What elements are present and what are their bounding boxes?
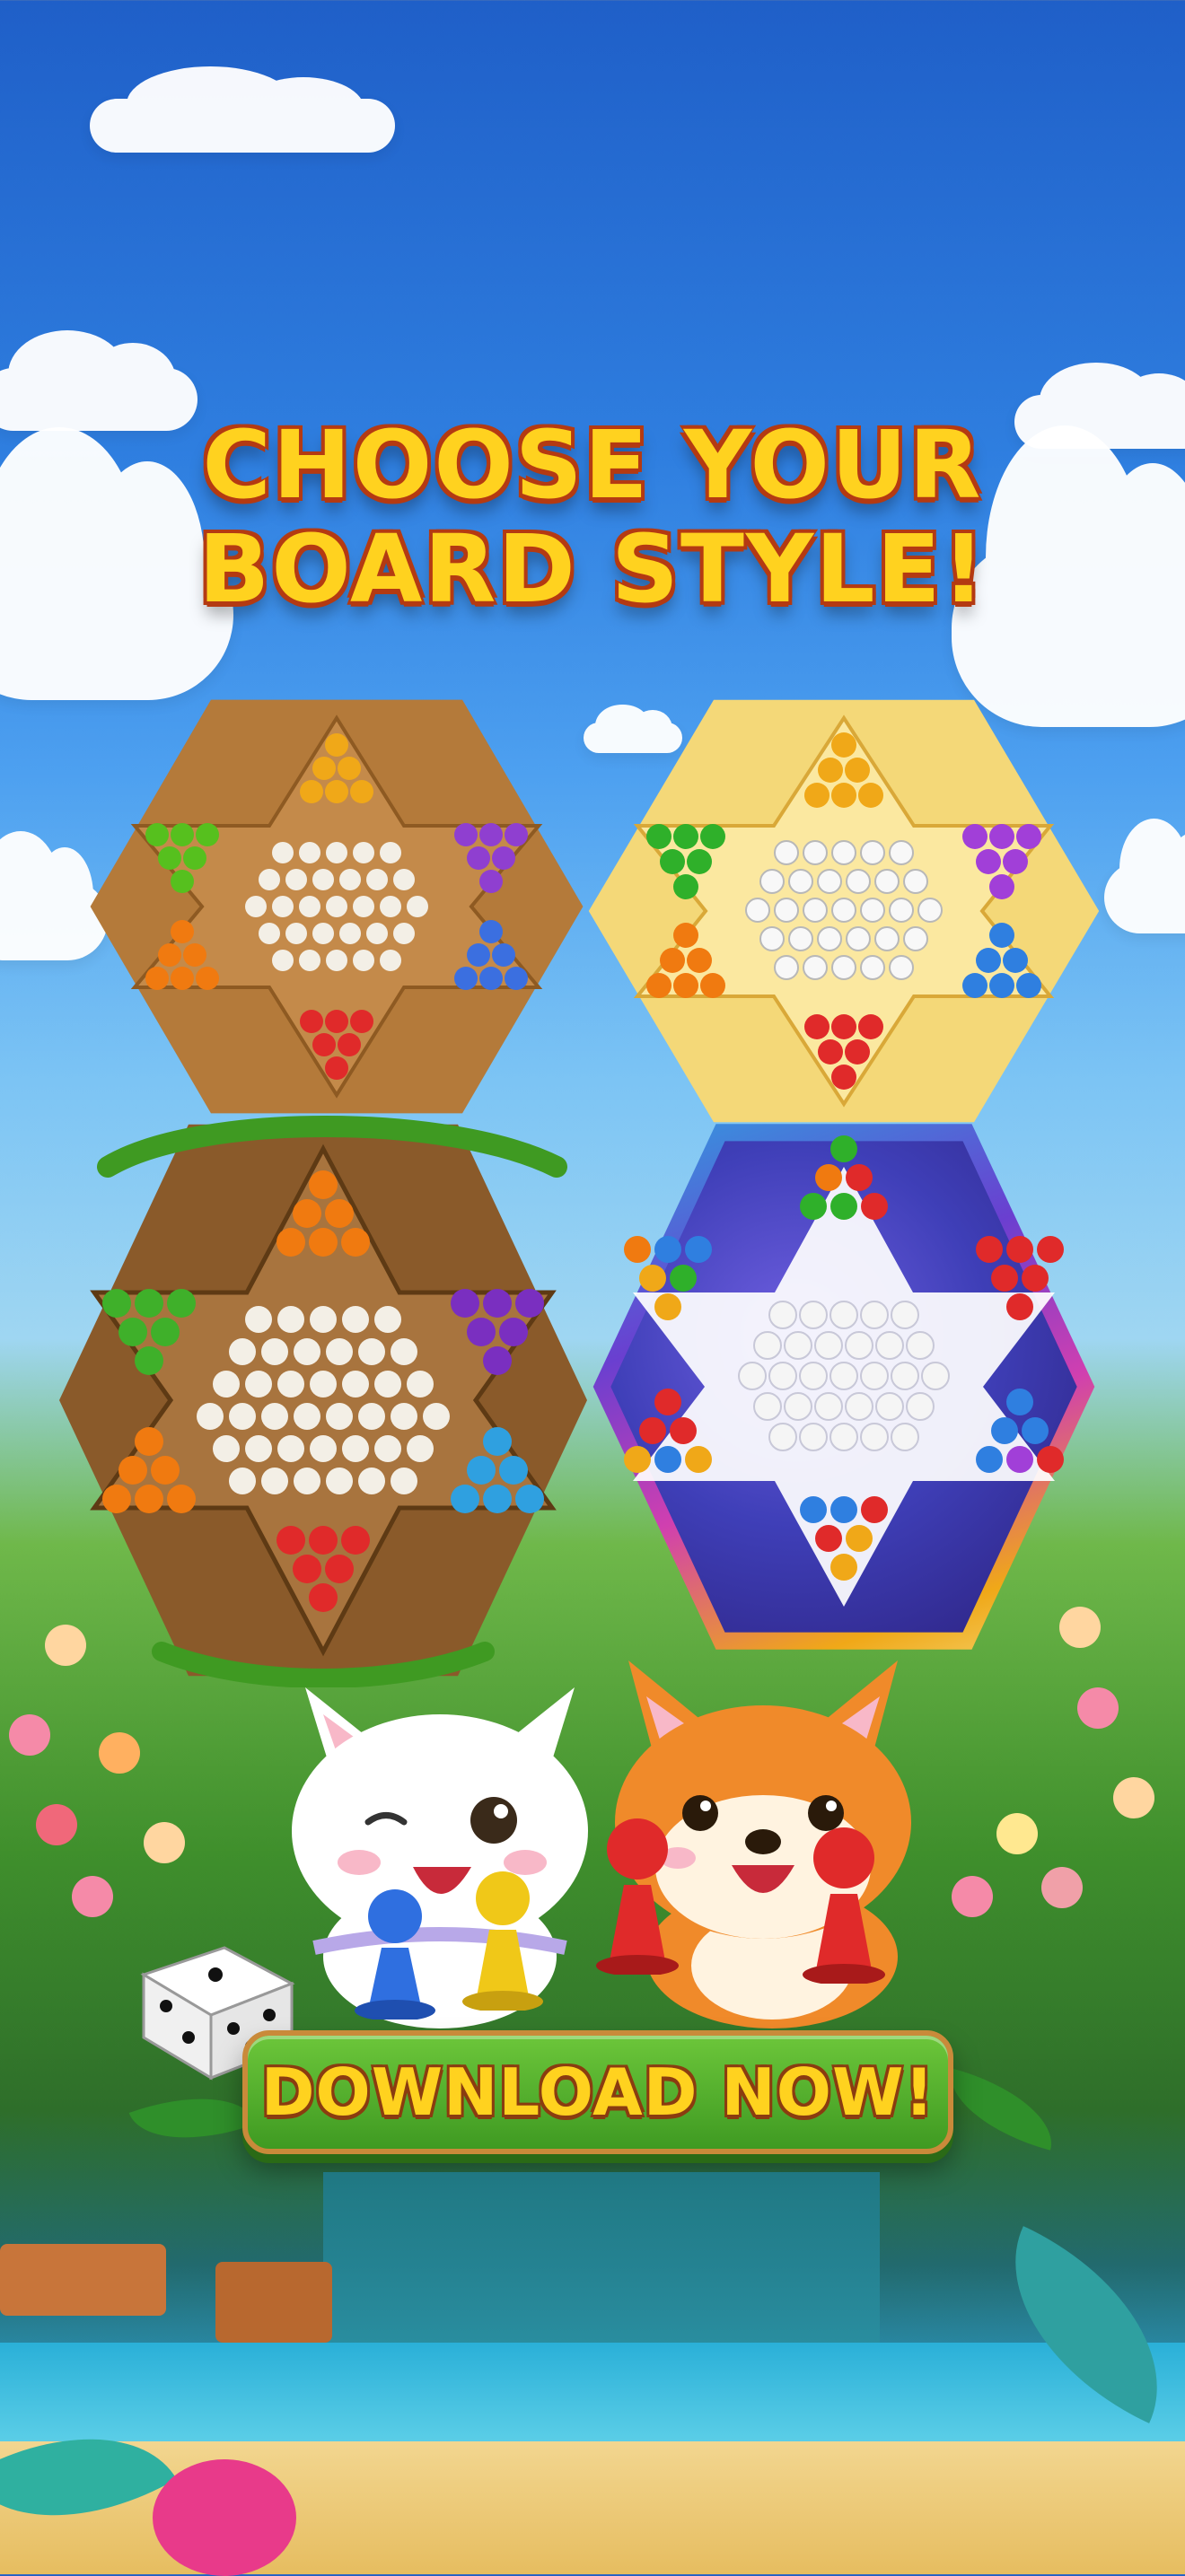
headline-line-1: CHOOSE YOUR [202,410,983,520]
board-star [90,1116,567,1687]
pawn-red-icon [803,1827,885,1984]
download-now-label: DOWNLOAD NOW! [260,2055,935,2130]
leaf-decoration [937,2068,1065,2151]
board-star [633,714,1055,1108]
flower [36,1804,77,1845]
board-star [130,714,543,1099]
flower [72,1876,113,1917]
cloud [90,66,395,153]
wooden-dock [323,2172,880,2352]
pawn-yellow-icon [462,1871,543,2011]
board-star [624,1135,1064,1607]
board-style-jungle-vine[interactable] [54,1113,592,1687]
flower-pink [153,2459,296,2576]
flower [99,1732,140,1774]
board-style-classic-wood[interactable] [85,691,588,1122]
flower [45,1625,86,1666]
headline-line-2: BOARD STYLE! [198,514,987,624]
headline: CHOOSE YOUR BOARD STYLE! [0,413,1185,621]
game-promo-scene: CHOOSE YOUR BOARD STYLE! DOWNLOAD NOW! [0,0,1185,2576]
dock-post-right [215,2262,332,2343]
flower [9,1714,50,1756]
pawn-blue-icon [355,1889,435,2020]
download-now-button[interactable]: DOWNLOAD NOW! [242,2030,953,2154]
flower [1113,1777,1154,1818]
leaf-decoration [128,2072,258,2164]
water [0,2343,1185,2450]
flower [1059,1607,1101,1648]
board-style-cream-glossy[interactable] [584,691,1104,1131]
flower [144,1822,185,1863]
pawn-red-icon [596,1818,679,1975]
flower [1077,1687,1119,1729]
flower [1041,1867,1083,1908]
dock-post-left [0,2244,166,2316]
board-style-galaxy-rainbow[interactable] [588,1113,1100,1660]
flower [996,1813,1038,1854]
flower [952,1876,993,1917]
cloud [1104,819,1185,933]
